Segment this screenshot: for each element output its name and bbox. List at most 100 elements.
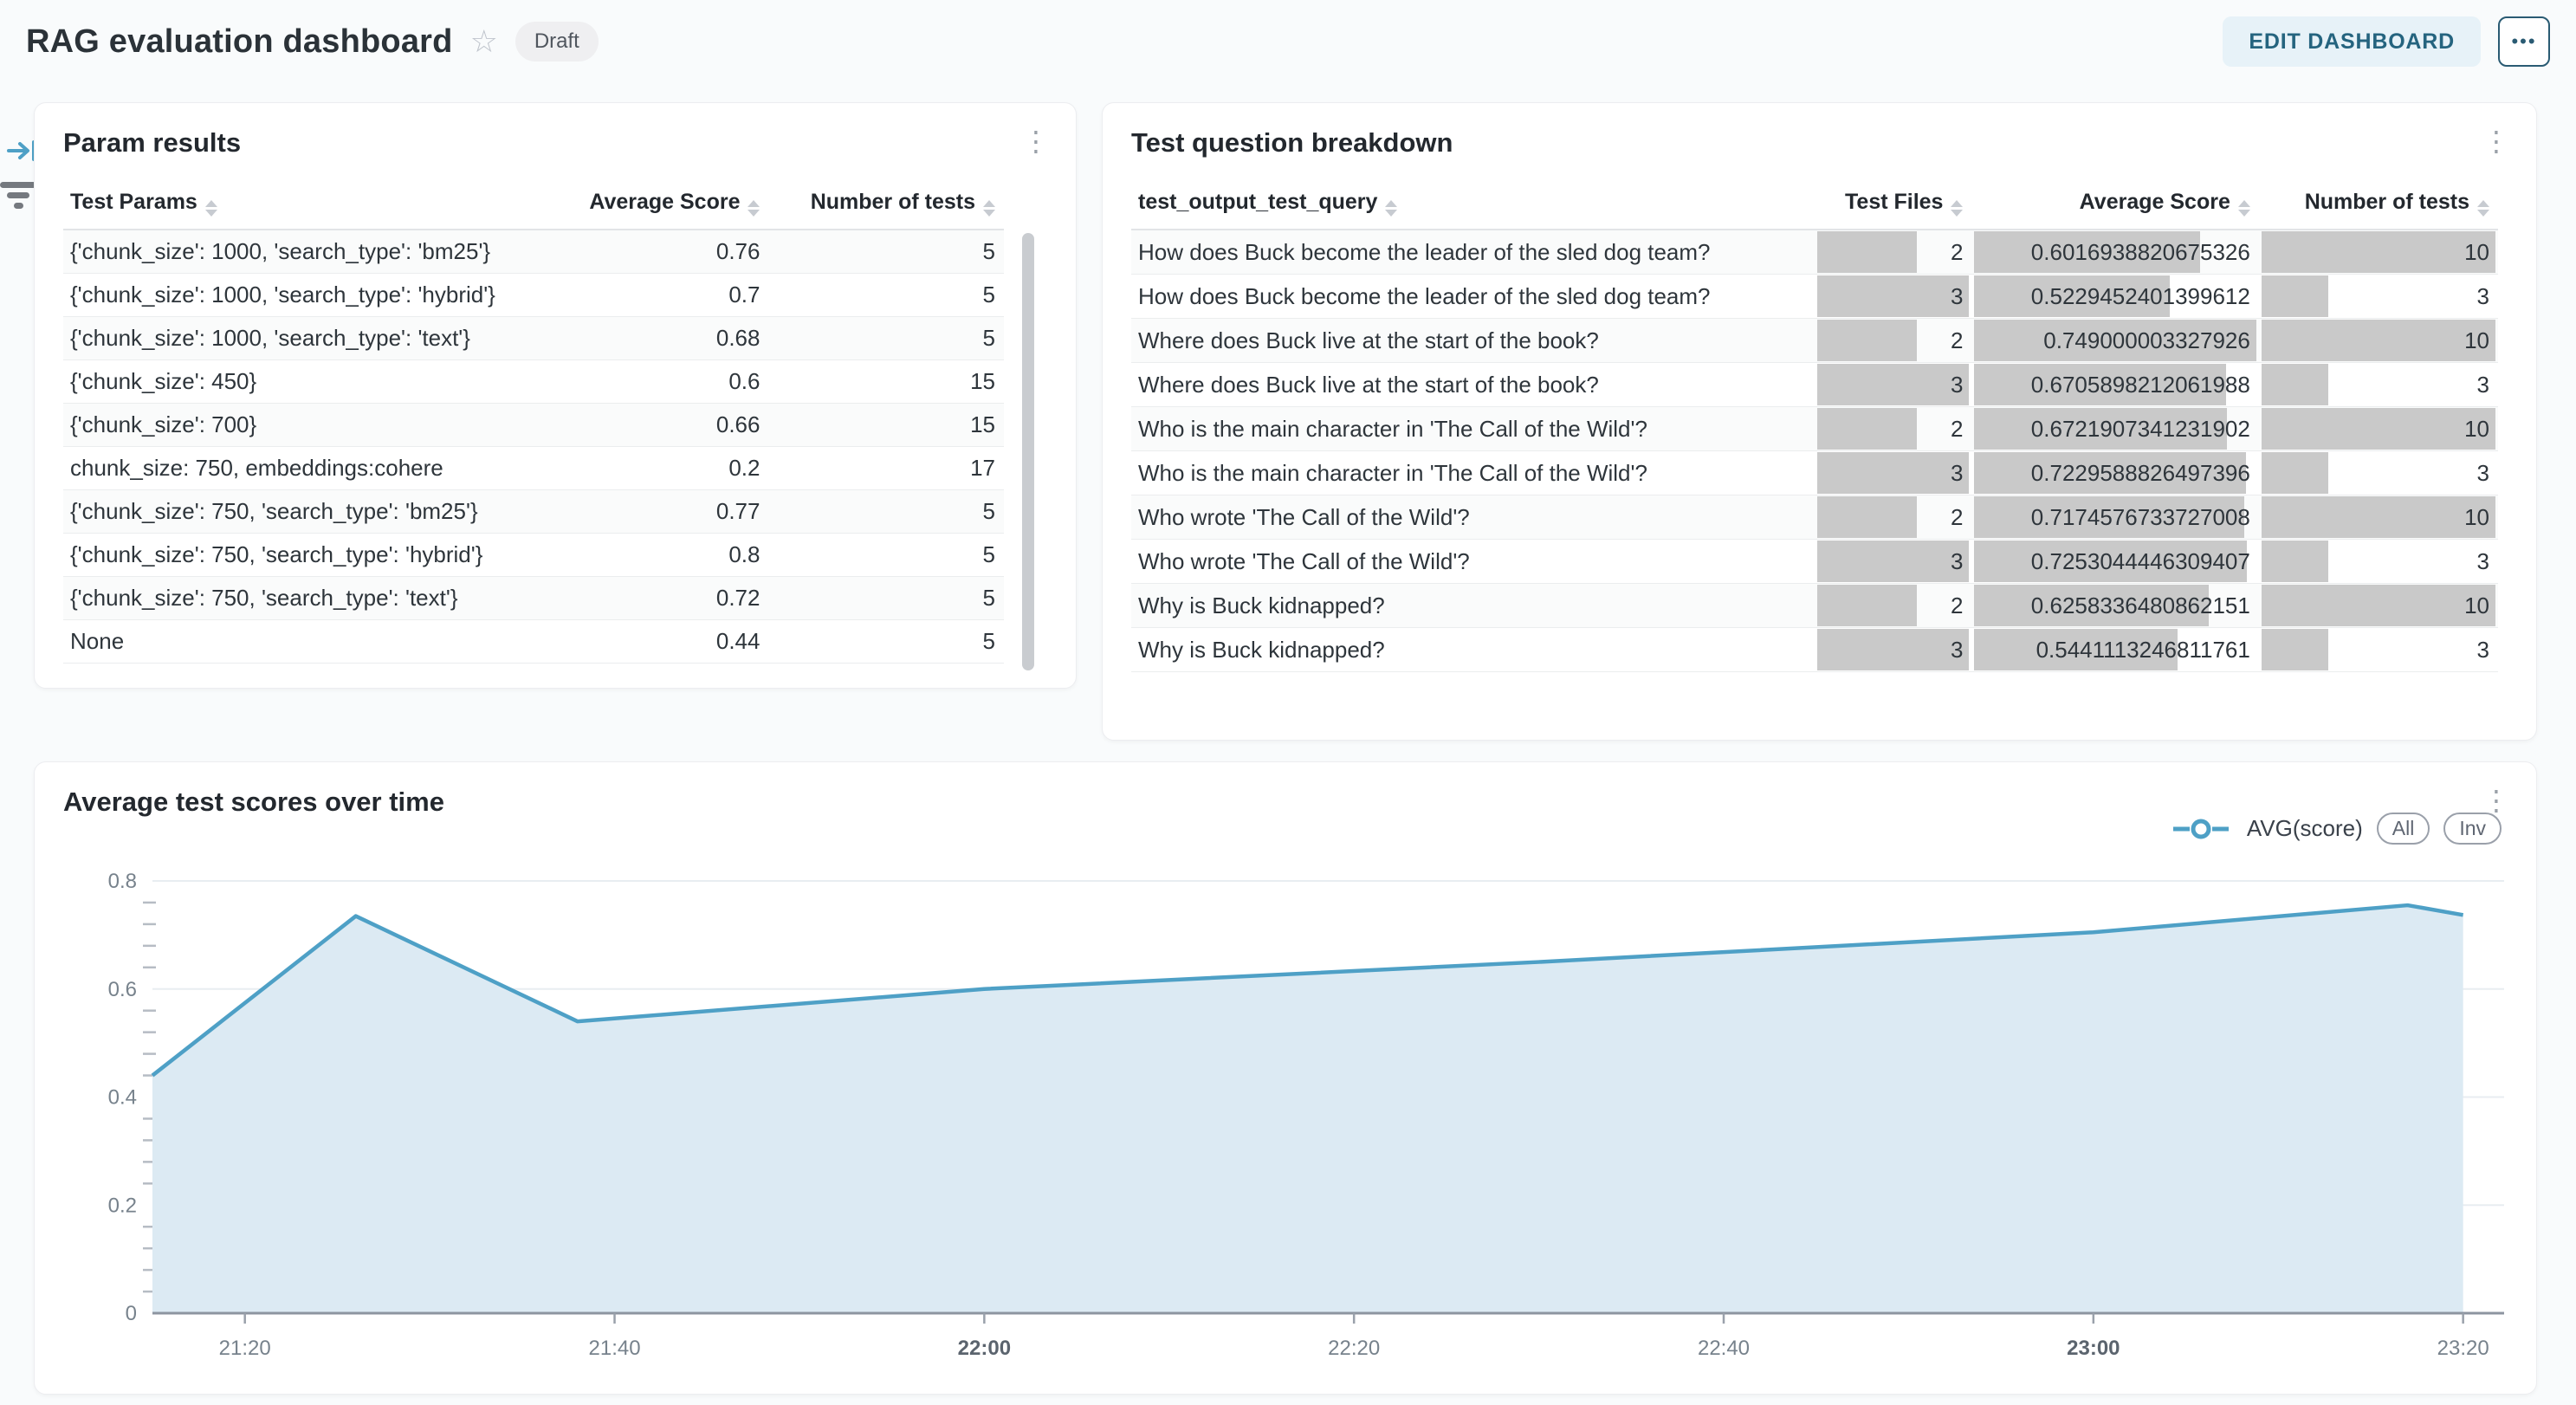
minibar-cell[interactable]: 10 <box>2259 584 2498 628</box>
minibar-cell[interactable]: 3 <box>1815 628 1971 672</box>
table-row[interactable]: {'chunk_size': 750, 'search_type': 'hybr… <box>63 533 1004 576</box>
table-row[interactable]: Where does Buck live at the start of the… <box>1131 363 2498 407</box>
table-row[interactable]: chunk_size: 750, embeddings:cohere0.217 <box>63 446 1004 489</box>
column-header-number-of-tests[interactable]: Number of tests <box>768 190 1004 230</box>
table-scrollbar[interactable] <box>1022 233 1034 670</box>
table-cell[interactable]: 5 <box>768 489 1004 533</box>
minibar-cell[interactable]: 3 <box>2259 451 2498 495</box>
minibar-cell[interactable]: 0.6258336480862151 <box>1971 584 2258 628</box>
minibar-cell[interactable]: 2 <box>1815 319 1971 363</box>
minibar-cell[interactable]: 0.6721907341231902 <box>1971 407 2258 451</box>
query-cell[interactable]: Where does Buck live at the start of the… <box>1131 319 1815 363</box>
card-menu-icon[interactable]: ⋮ <box>1019 124 1053 159</box>
column-header-average-score[interactable]: Average Score <box>515 190 768 230</box>
table-cell[interactable]: {'chunk_size': 1000, 'search_type': 'hyb… <box>63 273 515 316</box>
table-cell[interactable]: 0.6 <box>515 359 768 403</box>
query-cell[interactable]: How does Buck become the leader of the s… <box>1131 230 1815 275</box>
table-row[interactable]: Who is the main character in 'The Call o… <box>1131 451 2498 495</box>
table-row[interactable]: Who is the main character in 'The Call o… <box>1131 407 2498 451</box>
query-cell[interactable]: Who is the main character in 'The Call o… <box>1131 407 1815 451</box>
minibar-cell[interactable]: 3 <box>1815 363 1971 407</box>
table-row[interactable]: {'chunk_size': 700}0.6615 <box>63 403 1004 446</box>
table-cell[interactable]: None <box>63 619 515 663</box>
table-cell[interactable]: 0.68 <box>515 316 768 359</box>
minibar-cell[interactable]: 2 <box>1815 584 1971 628</box>
table-cell[interactable]: {'chunk_size': 700} <box>63 403 515 446</box>
query-cell[interactable]: Who is the main character in 'The Call o… <box>1131 451 1815 495</box>
column-header-number-of-tests[interactable]: Number of tests <box>2259 190 2498 230</box>
table-row[interactable]: None0.445 <box>63 619 1004 663</box>
table-cell[interactable]: 0.2 <box>515 446 768 489</box>
table-row[interactable]: Why is Buck kidnapped?20.625833648086215… <box>1131 584 2498 628</box>
table-cell[interactable]: 17 <box>768 446 1004 489</box>
query-cell[interactable]: Who wrote 'The Call of the Wild'? <box>1131 495 1815 540</box>
table-row[interactable]: {'chunk_size': 1000, 'search_type': 'tex… <box>63 316 1004 359</box>
column-header-test-files[interactable]: Test Files <box>1815 190 1971 230</box>
table-cell[interactable]: 15 <box>768 403 1004 446</box>
query-cell[interactable]: Why is Buck kidnapped? <box>1131 628 1815 672</box>
table-cell[interactable]: chunk_size: 750, embeddings:cohere <box>63 446 515 489</box>
table-row[interactable]: How does Buck become the leader of the s… <box>1131 230 2498 275</box>
table-row[interactable]: Why is Buck kidnapped?30.544111324681176… <box>1131 628 2498 672</box>
table-cell[interactable]: 0.72 <box>515 576 768 619</box>
table-cell[interactable]: 0.8 <box>515 533 768 576</box>
table-cell[interactable]: 5 <box>768 576 1004 619</box>
column-header-test-query[interactable]: test_output_test_query <box>1131 190 1815 230</box>
table-cell[interactable]: {'chunk_size': 450} <box>63 359 515 403</box>
table-cell[interactable]: 0.7 <box>515 273 768 316</box>
card-menu-icon[interactable]: ⋮ <box>2479 124 2514 159</box>
table-cell[interactable]: 5 <box>768 316 1004 359</box>
table-cell[interactable]: {'chunk_size': 750, 'search_type': 'bm25… <box>63 489 515 533</box>
table-cell[interactable]: 5 <box>768 619 1004 663</box>
table-row[interactable]: Who wrote 'The Call of the Wild'?30.7253… <box>1131 540 2498 584</box>
minibar-cell[interactable]: 0.7174576733727008 <box>1971 495 2258 540</box>
table-row[interactable]: {'chunk_size': 1000, 'search_type': 'hyb… <box>63 273 1004 316</box>
legend-inv-button[interactable]: Inv <box>2443 813 2502 845</box>
minibar-cell[interactable]: 0.749000003327926 <box>1971 319 2258 363</box>
table-row[interactable]: Where does Buck live at the start of the… <box>1131 319 2498 363</box>
minibar-cell[interactable]: 0.7253044446309407 <box>1971 540 2258 584</box>
column-header-average-score[interactable]: Average Score <box>1971 190 2258 230</box>
query-cell[interactable]: How does Buck become the leader of the s… <box>1131 275 1815 319</box>
table-cell[interactable]: {'chunk_size': 750, 'search_type': 'text… <box>63 576 515 619</box>
table-cell[interactable]: {'chunk_size': 1000, 'search_type': 'bm2… <box>63 230 515 273</box>
minibar-cell[interactable]: 3 <box>1815 540 1971 584</box>
minibar-cell[interactable]: 3 <box>1815 275 1971 319</box>
query-cell[interactable]: Who wrote 'The Call of the Wild'? <box>1131 540 1815 584</box>
query-cell[interactable]: Why is Buck kidnapped? <box>1131 584 1815 628</box>
minibar-cell[interactable]: 10 <box>2259 407 2498 451</box>
table-cell[interactable]: 15 <box>768 359 1004 403</box>
favorite-star-icon[interactable]: ☆ <box>470 26 498 57</box>
column-header-test-params[interactable]: Test Params <box>63 190 515 230</box>
table-row[interactable]: {'chunk_size': 750, 'search_type': 'text… <box>63 576 1004 619</box>
minibar-cell[interactable]: 0.6705898212061988 <box>1971 363 2258 407</box>
minibar-cell[interactable]: 0.5441113246811761 <box>1971 628 2258 672</box>
filter-icon[interactable] <box>0 182 36 213</box>
table-cell[interactable]: {'chunk_size': 1000, 'search_type': 'tex… <box>63 316 515 359</box>
table-cell[interactable]: 0.76 <box>515 230 768 273</box>
minibar-cell[interactable]: 3 <box>1815 451 1971 495</box>
scores-chart-plot[interactable]: 00.20.40.60.821:2021:4022:0022:2022:4023… <box>61 866 2512 1386</box>
minibar-cell[interactable]: 3 <box>2259 628 2498 672</box>
edit-dashboard-button[interactable]: EDIT DASHBOARD <box>2223 16 2481 67</box>
table-row[interactable]: Who wrote 'The Call of the Wild'?20.7174… <box>1131 495 2498 540</box>
minibar-cell[interactable]: 2 <box>1815 495 1971 540</box>
minibar-cell[interactable]: 3 <box>2259 363 2498 407</box>
minibar-cell[interactable]: 10 <box>2259 230 2498 275</box>
table-row[interactable]: How does Buck become the leader of the s… <box>1131 275 2498 319</box>
table-cell[interactable]: 5 <box>768 533 1004 576</box>
query-cell[interactable]: Where does Buck live at the start of the… <box>1131 363 1815 407</box>
minibar-cell[interactable]: 0.7229588826497396 <box>1971 451 2258 495</box>
minibar-cell[interactable]: 2 <box>1815 230 1971 275</box>
table-cell[interactable]: {'chunk_size': 750, 'search_type': 'hybr… <box>63 533 515 576</box>
table-cell[interactable]: 0.77 <box>515 489 768 533</box>
legend-all-button[interactable]: All <box>2377 813 2430 845</box>
minibar-cell[interactable]: 0.6016938820675326 <box>1971 230 2258 275</box>
minibar-cell[interactable]: 10 <box>2259 319 2498 363</box>
legend-series-label[interactable]: AVG(score) <box>2247 815 2363 842</box>
table-cell[interactable]: 5 <box>768 273 1004 316</box>
table-row[interactable]: {'chunk_size': 750, 'search_type': 'bm25… <box>63 489 1004 533</box>
table-row[interactable]: {'chunk_size': 1000, 'search_type': 'bm2… <box>63 230 1004 273</box>
minibar-cell[interactable]: 3 <box>2259 275 2498 319</box>
minibar-cell[interactable]: 3 <box>2259 540 2498 584</box>
